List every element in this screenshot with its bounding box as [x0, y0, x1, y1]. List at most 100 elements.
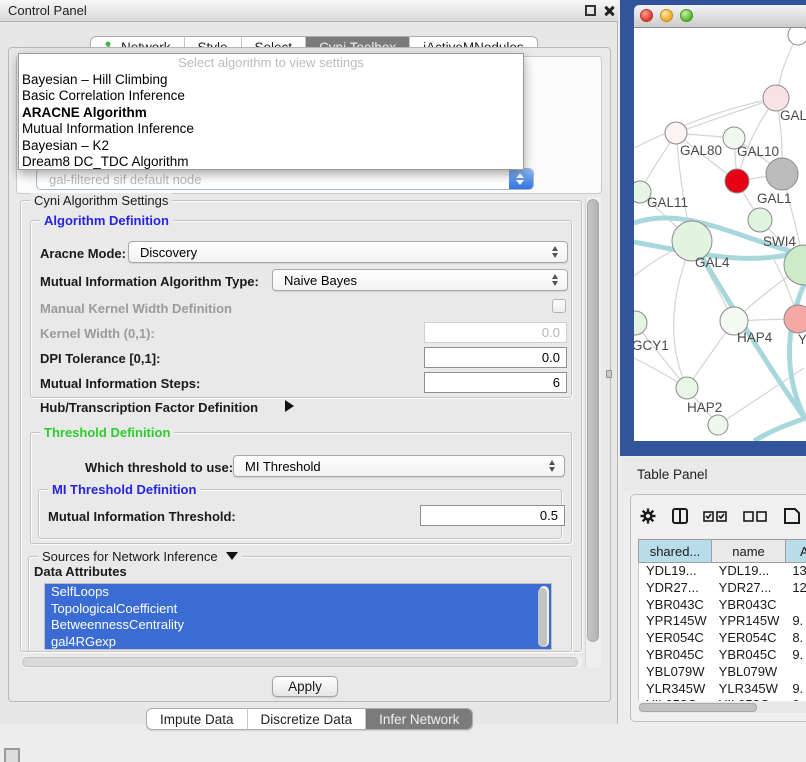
table-cell[interactable] — [785, 597, 806, 614]
network-node[interactable] — [766, 158, 798, 190]
table-cell[interactable]: YDL19... — [639, 563, 712, 580]
table-row[interactable]: YDR27...YDR27...12 — [639, 580, 806, 597]
gear-icon[interactable] — [639, 507, 657, 525]
close-traffic-light-icon[interactable] — [640, 9, 653, 22]
mi-algorithm-type-select[interactable]: Naive Bayes — [272, 269, 568, 291]
network-edge[interactable] — [754, 418, 806, 441]
algorithm-option[interactable]: Bayesian – Hill Climbing — [19, 72, 523, 88]
table-row[interactable]: YDL19...YDL19...13 — [639, 563, 806, 580]
table-cell[interactable]: YPR145W — [712, 613, 786, 630]
expand-arrow-icon[interactable] — [226, 552, 238, 560]
attribute-list-scroll-thumb[interactable] — [538, 588, 547, 647]
table-cell[interactable]: YDL19... — [712, 563, 786, 580]
minimize-traffic-light-icon[interactable] — [660, 9, 673, 22]
algorithm-option[interactable]: Dream8 DC_TDC Algorithm — [19, 154, 523, 170]
network-node[interactable] — [676, 377, 698, 399]
network-edge[interactable] — [674, 241, 692, 388]
data-attributes-list[interactable]: SelfLoopsTopologicalCoefficientBetweenne… — [44, 583, 552, 650]
tab-discretize-data[interactable]: Discretize Data — [248, 709, 367, 729]
close-icon[interactable] — [602, 4, 615, 17]
table-cell[interactable]: YBL079W — [639, 664, 712, 681]
settings-vertical-scroll-thumb[interactable] — [587, 199, 599, 642]
table-row[interactable]: YBR045CYBR045C9. — [639, 647, 806, 664]
algorithm-option[interactable]: ARACNE Algorithm — [19, 105, 523, 121]
table-row[interactable]: YPR145WYPR145W9. — [639, 613, 806, 630]
table-cell[interactable]: 9. — [785, 697, 806, 701]
table-cell[interactable]: YBR045C — [639, 647, 712, 664]
settings-horizontal-scroll-thumb[interactable] — [22, 657, 578, 667]
network-node[interactable] — [788, 28, 806, 45]
column-header-name[interactable]: name — [711, 540, 785, 562]
table-cell[interactable]: YBR043C — [639, 597, 712, 614]
algorithm-option[interactable]: Mutual Information Inference — [19, 121, 523, 137]
table-cell[interactable]: 9. — [785, 647, 806, 664]
network-node[interactable] — [725, 169, 749, 193]
kernel-width-field[interactable]: 0.0 — [424, 322, 567, 343]
manual-kernel-width-checkbox[interactable] — [552, 299, 566, 313]
dpi-tolerance-field[interactable]: 0.0 — [424, 347, 567, 368]
data-attribute-item[interactable]: gal4RGexp — [45, 634, 551, 651]
control-panel-titlebar[interactable]: Control Panel — [0, 0, 618, 22]
network-node[interactable] — [665, 122, 687, 144]
column-header-shared-name[interactable]: shared... — [638, 540, 711, 562]
collapse-arrow-icon[interactable] — [285, 400, 294, 412]
data-attribute-item[interactable]: SelfLoops — [45, 584, 551, 601]
table-cell[interactable]: YER054C — [639, 630, 712, 647]
table-cell[interactable]: YLR345W — [639, 681, 712, 698]
table-horizontal-scroll-thumb[interactable] — [639, 703, 757, 712]
table-cell[interactable]: YBR043C — [712, 597, 786, 614]
table-cell[interactable]: 9. — [785, 613, 806, 630]
table-cell[interactable]: 9. — [785, 681, 806, 698]
aracne-mode-select[interactable]: Discovery — [128, 241, 568, 263]
table-cell[interactable]: 12 — [785, 580, 806, 597]
attribute-list-scrollbar[interactable] — [539, 586, 549, 647]
table-row[interactable]: YLR345WYLR345W9. — [639, 681, 806, 698]
float-window-icon[interactable] — [585, 5, 596, 16]
network-node[interactable] — [748, 208, 772, 232]
minimized-panel-icon[interactable] — [4, 748, 20, 762]
table-cell[interactable]: YIL052C — [712, 697, 786, 701]
column-header-clipped[interactable]: A — [785, 540, 806, 562]
table-cell[interactable]: YLR345W — [712, 681, 786, 698]
network-edge[interactable] — [676, 98, 776, 133]
table-cell[interactable]: 8. — [785, 630, 806, 647]
network-node[interactable] — [708, 415, 728, 435]
deselect-all-icon[interactable] — [743, 509, 769, 523]
select-all-icon[interactable] — [703, 509, 729, 523]
network-table-selector[interactable]: gal-filtered sif default node — [36, 168, 534, 190]
network-canvas[interactable]: GALGAL80GAL10GAL1GAL11SWI4GAL4GCY1HAP4YH… — [634, 28, 806, 441]
table-cell[interactable]: YDR27... — [639, 580, 712, 597]
splitter-grip[interactable] — [606, 370, 612, 378]
apply-button[interactable]: Apply — [272, 676, 338, 697]
mi-steps-field[interactable]: 6 — [424, 372, 567, 393]
which-threshold-select[interactable]: MI Threshold — [233, 455, 565, 477]
tab-impute-data[interactable]: Impute Data — [147, 709, 248, 729]
zoom-traffic-light-icon[interactable] — [680, 9, 693, 22]
data-attribute-item[interactable]: BetweennessCentrality — [45, 617, 551, 634]
table-cell[interactable] — [785, 664, 806, 681]
mi-threshold-field[interactable]: 0.5 — [420, 505, 565, 526]
table-row[interactable]: YBL079WYBL079W — [639, 664, 806, 681]
algorithm-option[interactable]: Basic Correlation Inference — [19, 88, 523, 104]
network-node[interactable] — [784, 305, 806, 333]
combo-arrows-icon[interactable] — [509, 169, 533, 189]
table-cell[interactable]: YBL079W — [712, 664, 786, 681]
data-attribute-item[interactable]: TopologicalCoefficient — [45, 601, 551, 618]
table-horizontal-scrollbar[interactable] — [638, 702, 806, 713]
table-cell[interactable]: YPR145W — [639, 613, 712, 630]
algorithm-option[interactable]: Bayesian – K2 — [19, 138, 523, 154]
network-view-titlebar[interactable] — [634, 5, 806, 28]
table-cell[interactable]: YIL052C — [639, 697, 712, 701]
table-row[interactable]: YIL052CYIL052C9. — [639, 697, 806, 701]
table-cell[interactable]: YER054C — [712, 630, 786, 647]
table-cell[interactable]: YDR27... — [712, 580, 786, 597]
show-columns-icon[interactable] — [671, 507, 689, 525]
tab-infer-network[interactable]: Infer Network — [366, 709, 472, 729]
function-builder-icon[interactable] — [783, 507, 801, 525]
sources-title[interactable]: Sources for Network Inference — [38, 549, 242, 564]
table-cell[interactable]: 13 — [785, 563, 806, 580]
network-node[interactable] — [634, 311, 647, 335]
table-row[interactable]: YER054CYER054C8. — [639, 630, 806, 647]
table-row[interactable]: YBR043CYBR043C — [639, 597, 806, 614]
hub-definition-label[interactable]: Hub/Transcription Factor Definition — [40, 400, 258, 415]
